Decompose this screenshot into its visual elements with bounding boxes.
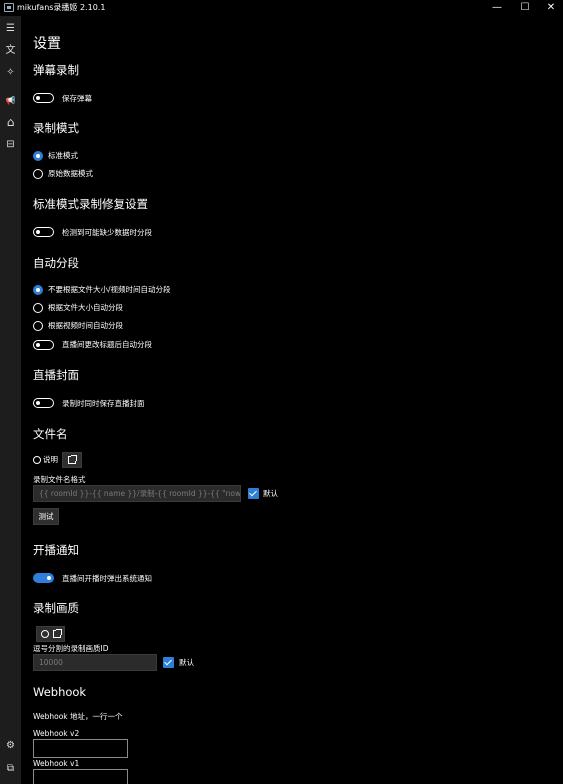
split-on-missing-label: 检测到可能缺少数据时分段: [62, 228, 152, 237]
logs-icon[interactable]: ⧉: [3, 762, 18, 775]
save-cover-label: 录制时同时保存直播封面: [62, 399, 145, 408]
app-icon: [4, 3, 14, 12]
radio-split-by-size-label: 根据文件大小自动分段: [48, 303, 123, 312]
filename-format-input[interactable]: {{ roomId }}-{{ name }}/录制-{{ roomId }}-…: [33, 485, 241, 502]
popup-notify-toggle[interactable]: [33, 573, 54, 583]
cover-heading: 直播封面: [33, 368, 79, 382]
split-on-missing-toggle[interactable]: [33, 227, 54, 237]
webhook-v2-input[interactable]: [33, 739, 128, 758]
minimize-button[interactable]: —: [483, 0, 511, 16]
notify-heading: 开播通知: [33, 543, 79, 557]
fix-settings-heading: 标准模式录制修复设置: [33, 197, 148, 211]
radio-no-auto-split-label: 不要根据文件大小/视频时间自动分段: [48, 285, 171, 294]
filename-default-label: 默认: [263, 489, 278, 498]
auto-split-heading: 自动分段: [33, 256, 79, 270]
maximize-button[interactable]: ☐: [511, 0, 539, 16]
info-icon: [41, 630, 49, 638]
split-on-title-change-toggle[interactable]: [33, 340, 54, 350]
filename-format-label: 录制文件名格式: [33, 475, 86, 484]
radio-standard-mode-label: 标准模式: [48, 151, 78, 160]
external-link-icon: [68, 455, 77, 464]
radio-raw-mode[interactable]: [33, 169, 43, 179]
danmaku-heading: 弹幕录制: [33, 63, 79, 77]
gear-icon[interactable]: ⚙: [3, 739, 18, 752]
info-icon: [33, 456, 41, 464]
radio-raw-mode-label: 原始数据模式: [48, 169, 93, 178]
home-icon[interactable]: ⌂: [3, 116, 18, 129]
quality-default-checkbox[interactable]: [163, 657, 174, 668]
save-cover-toggle[interactable]: [33, 398, 54, 408]
magic-wand-icon[interactable]: ✧: [3, 66, 18, 79]
inbox-icon[interactable]: ⊟: [3, 138, 18, 151]
webhook-desc: Webhook 地址，一行一个: [33, 712, 123, 721]
filename-default-checkbox[interactable]: [248, 488, 259, 499]
radio-no-auto-split[interactable]: [33, 285, 43, 295]
megaphone-icon[interactable]: 📢: [3, 94, 18, 107]
radio-split-by-size[interactable]: [33, 303, 43, 313]
webhook-heading: Webhook: [33, 685, 87, 699]
radio-standard-mode[interactable]: [33, 151, 43, 161]
filename-help-label: 说明: [43, 455, 58, 464]
window-title: mikufans录播姬 2.10.1: [17, 3, 106, 12]
save-danmaku-toggle[interactable]: [33, 93, 54, 103]
external-link-icon: [53, 629, 62, 638]
title-bar: mikufans录播姬 2.10.1 — ☐ ✕: [0, 0, 563, 16]
quality-ids-input[interactable]: 10000: [33, 654, 157, 671]
webhook-v2-label: Webhook v2: [33, 729, 80, 738]
hamburger-icon[interactable]: ☰: [3, 22, 18, 35]
filename-help-link-button[interactable]: [62, 452, 82, 468]
popup-notify-label: 直播间开播时弹出系统通知: [62, 574, 152, 583]
translate-icon[interactable]: 文: [3, 44, 18, 57]
close-button[interactable]: ✕: [537, 0, 563, 16]
radio-split-by-time[interactable]: [33, 321, 43, 331]
split-on-title-change-label: 直播间更改标题后自动分段: [62, 340, 152, 349]
save-danmaku-label: 保存弹幕: [62, 94, 92, 103]
test-button[interactable]: 测试: [33, 508, 59, 525]
quality-default-label: 默认: [179, 658, 194, 667]
sidebar: ☰ 文 ✧ 📢 ⌂ ⊟ ⚙ ⧉: [0, 16, 21, 784]
record-mode-heading: 录制模式: [33, 121, 79, 135]
webhook-v1-label: Webhook v1: [33, 759, 80, 768]
quality-heading: 录制画质: [33, 601, 79, 615]
quality-help-button[interactable]: [36, 626, 65, 642]
radio-split-by-time-label: 根据视频时间自动分段: [48, 321, 123, 330]
webhook-v1-input[interactable]: [33, 769, 128, 784]
quality-ids-label: 逗号分割的录制画质ID: [33, 644, 109, 653]
filename-heading: 文件名: [33, 427, 68, 441]
page-title: 设置: [33, 36, 61, 52]
